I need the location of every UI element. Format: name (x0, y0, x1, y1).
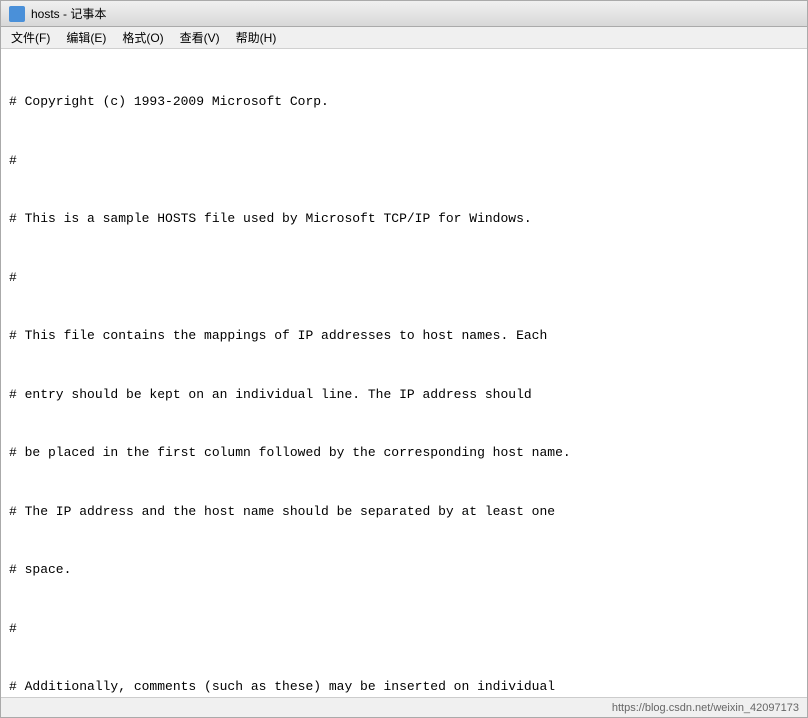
line-5: # This file contains the mappings of IP … (9, 326, 799, 346)
line-11: # Additionally, comments (such as these)… (9, 677, 799, 697)
menu-bar: 文件(F) 编辑(E) 格式(O) 查看(V) 帮助(H) (1, 27, 807, 49)
menu-file[interactable]: 文件(F) (5, 27, 56, 48)
line-8: # The IP address and the host name shoul… (9, 502, 799, 522)
line-4: # (9, 268, 799, 288)
line-1: # Copyright (c) 1993-2009 Microsoft Corp… (9, 92, 799, 112)
title-bar: hosts - 记事本 (1, 1, 807, 27)
menu-help[interactable]: 帮助(H) (230, 27, 283, 48)
line-2: # (9, 151, 799, 171)
window: hosts - 记事本 文件(F) 编辑(E) 格式(O) 查看(V) 帮助(H… (0, 0, 808, 718)
menu-view[interactable]: 查看(V) (174, 27, 226, 48)
text-content: # Copyright (c) 1993-2009 Microsoft Corp… (9, 53, 799, 697)
menu-format[interactable]: 格式(O) (116, 27, 169, 48)
notepad-icon (9, 6, 25, 22)
line-10: # (9, 619, 799, 639)
status-bar: https://blog.csdn.net/weixin_42097173 (1, 697, 807, 717)
window-title: hosts - 记事本 (31, 5, 106, 22)
menu-edit[interactable]: 编辑(E) (60, 27, 112, 48)
line-6: # entry should be kept on an individual … (9, 385, 799, 405)
content-area[interactable]: # Copyright (c) 1993-2009 Microsoft Corp… (1, 49, 807, 697)
line-7: # be placed in the first column followed… (9, 443, 799, 463)
status-url: https://blog.csdn.net/weixin_42097173 (612, 702, 799, 714)
line-9: # space. (9, 560, 799, 580)
line-3: # This is a sample HOSTS file used by Mi… (9, 209, 799, 229)
